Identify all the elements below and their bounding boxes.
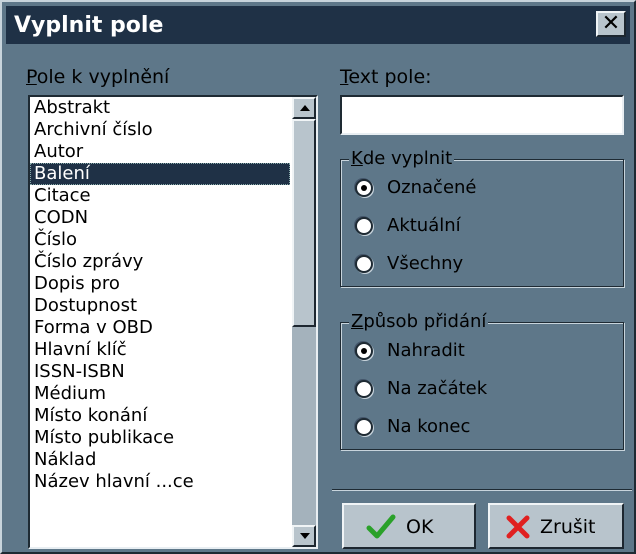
radio-dot-icon xyxy=(361,348,367,354)
mode-legend-mnemonic: Z xyxy=(351,311,364,332)
list-item[interactable]: Abstrakt xyxy=(30,97,290,119)
text-label: Text pole: xyxy=(340,66,432,88)
ok-button[interactable]: OK xyxy=(342,503,476,549)
radio-label: Všechny xyxy=(387,253,464,274)
check-icon xyxy=(366,514,396,545)
list-item[interactable]: Místo publikace xyxy=(30,427,290,449)
radio-button[interactable] xyxy=(355,380,373,398)
cancel-button[interactable]: Zrušit xyxy=(488,503,624,549)
mode-group: Způsob přidání Nahradit Na začátek Na ko… xyxy=(340,311,624,450)
x-icon xyxy=(506,515,530,544)
cancel-label: Zrušit xyxy=(540,516,596,538)
radio-label: Označené xyxy=(387,177,477,198)
window-title: Vyplnit pole xyxy=(14,13,164,38)
list-item[interactable]: Forma v OBD xyxy=(30,317,290,339)
list-item[interactable]: ISSN-ISBN xyxy=(30,361,290,383)
scroll-down-button[interactable] xyxy=(292,525,316,547)
title-bar: Vyplnit pole ✕ xyxy=(6,6,630,44)
fields-list: Abstrakt Archivní číslo Autor Balení Cit… xyxy=(30,97,290,493)
ok-label: OK xyxy=(406,516,434,538)
radio-dot-icon xyxy=(361,185,367,191)
text-label-text: ext pole: xyxy=(348,66,432,88)
mode-legend-text: působ přidání xyxy=(363,311,487,332)
list-item[interactable]: Médium xyxy=(30,383,290,405)
list-item[interactable]: Citace xyxy=(30,185,290,207)
list-item[interactable]: Název hlavní ...ce xyxy=(30,471,290,493)
radio-label: Na začátek xyxy=(387,378,488,399)
radio-button[interactable] xyxy=(355,418,373,436)
fields-label-text: ole k vyplnění xyxy=(36,66,170,88)
radio-button[interactable] xyxy=(355,217,373,235)
radio-button-checked[interactable] xyxy=(355,342,373,360)
list-item-selected[interactable]: Balení xyxy=(30,163,290,185)
list-item[interactable]: Dopis pro xyxy=(30,273,290,295)
scroll-up-button[interactable] xyxy=(292,97,316,119)
list-item[interactable]: Hlavní klíč xyxy=(30,339,290,361)
fill-field-dialog: Vyplnit pole ✕ Pole k vyplnění Abstrakt … xyxy=(0,0,636,554)
text-field[interactable] xyxy=(340,95,624,135)
where-group-legend: Kde vyplnit xyxy=(349,148,455,169)
list-item[interactable]: Dostupnost xyxy=(30,295,290,317)
close-button[interactable]: ✕ xyxy=(596,11,626,37)
fields-label-mnemonic: P xyxy=(26,66,37,88)
radio-label: Aktuální xyxy=(387,215,461,236)
list-item[interactable]: Místo konání xyxy=(30,405,290,427)
list-item[interactable]: Číslo zprávy xyxy=(30,251,290,273)
list-item[interactable]: Archivní číslo xyxy=(30,119,290,141)
list-scrollbar[interactable] xyxy=(292,97,316,547)
where-legend-text: de vyplnit xyxy=(362,148,453,169)
where-group: Kde vyplnit Označené Aktuální Všechny xyxy=(340,148,624,287)
where-legend-mnemonic: K xyxy=(351,148,363,169)
button-separator xyxy=(332,489,632,491)
mode-group-legend: Způsob přidání xyxy=(349,311,489,332)
radio-button-checked[interactable] xyxy=(355,179,373,197)
list-item[interactable]: Autor xyxy=(30,141,290,163)
fields-listbox[interactable]: Abstrakt Archivní číslo Autor Balení Cit… xyxy=(28,95,318,549)
radio-label: Nahradit xyxy=(387,340,465,361)
fields-label: Pole k vyplnění xyxy=(26,66,169,88)
list-item[interactable]: Náklad xyxy=(30,449,290,471)
arrow-down-icon xyxy=(300,533,310,539)
radio-button[interactable] xyxy=(355,255,373,273)
arrow-up-icon xyxy=(300,105,310,111)
radio-label: Na konec xyxy=(387,416,471,437)
scroll-thumb[interactable] xyxy=(292,119,316,327)
list-item[interactable]: CODN xyxy=(30,207,290,229)
list-item[interactable]: Číslo xyxy=(30,229,290,251)
